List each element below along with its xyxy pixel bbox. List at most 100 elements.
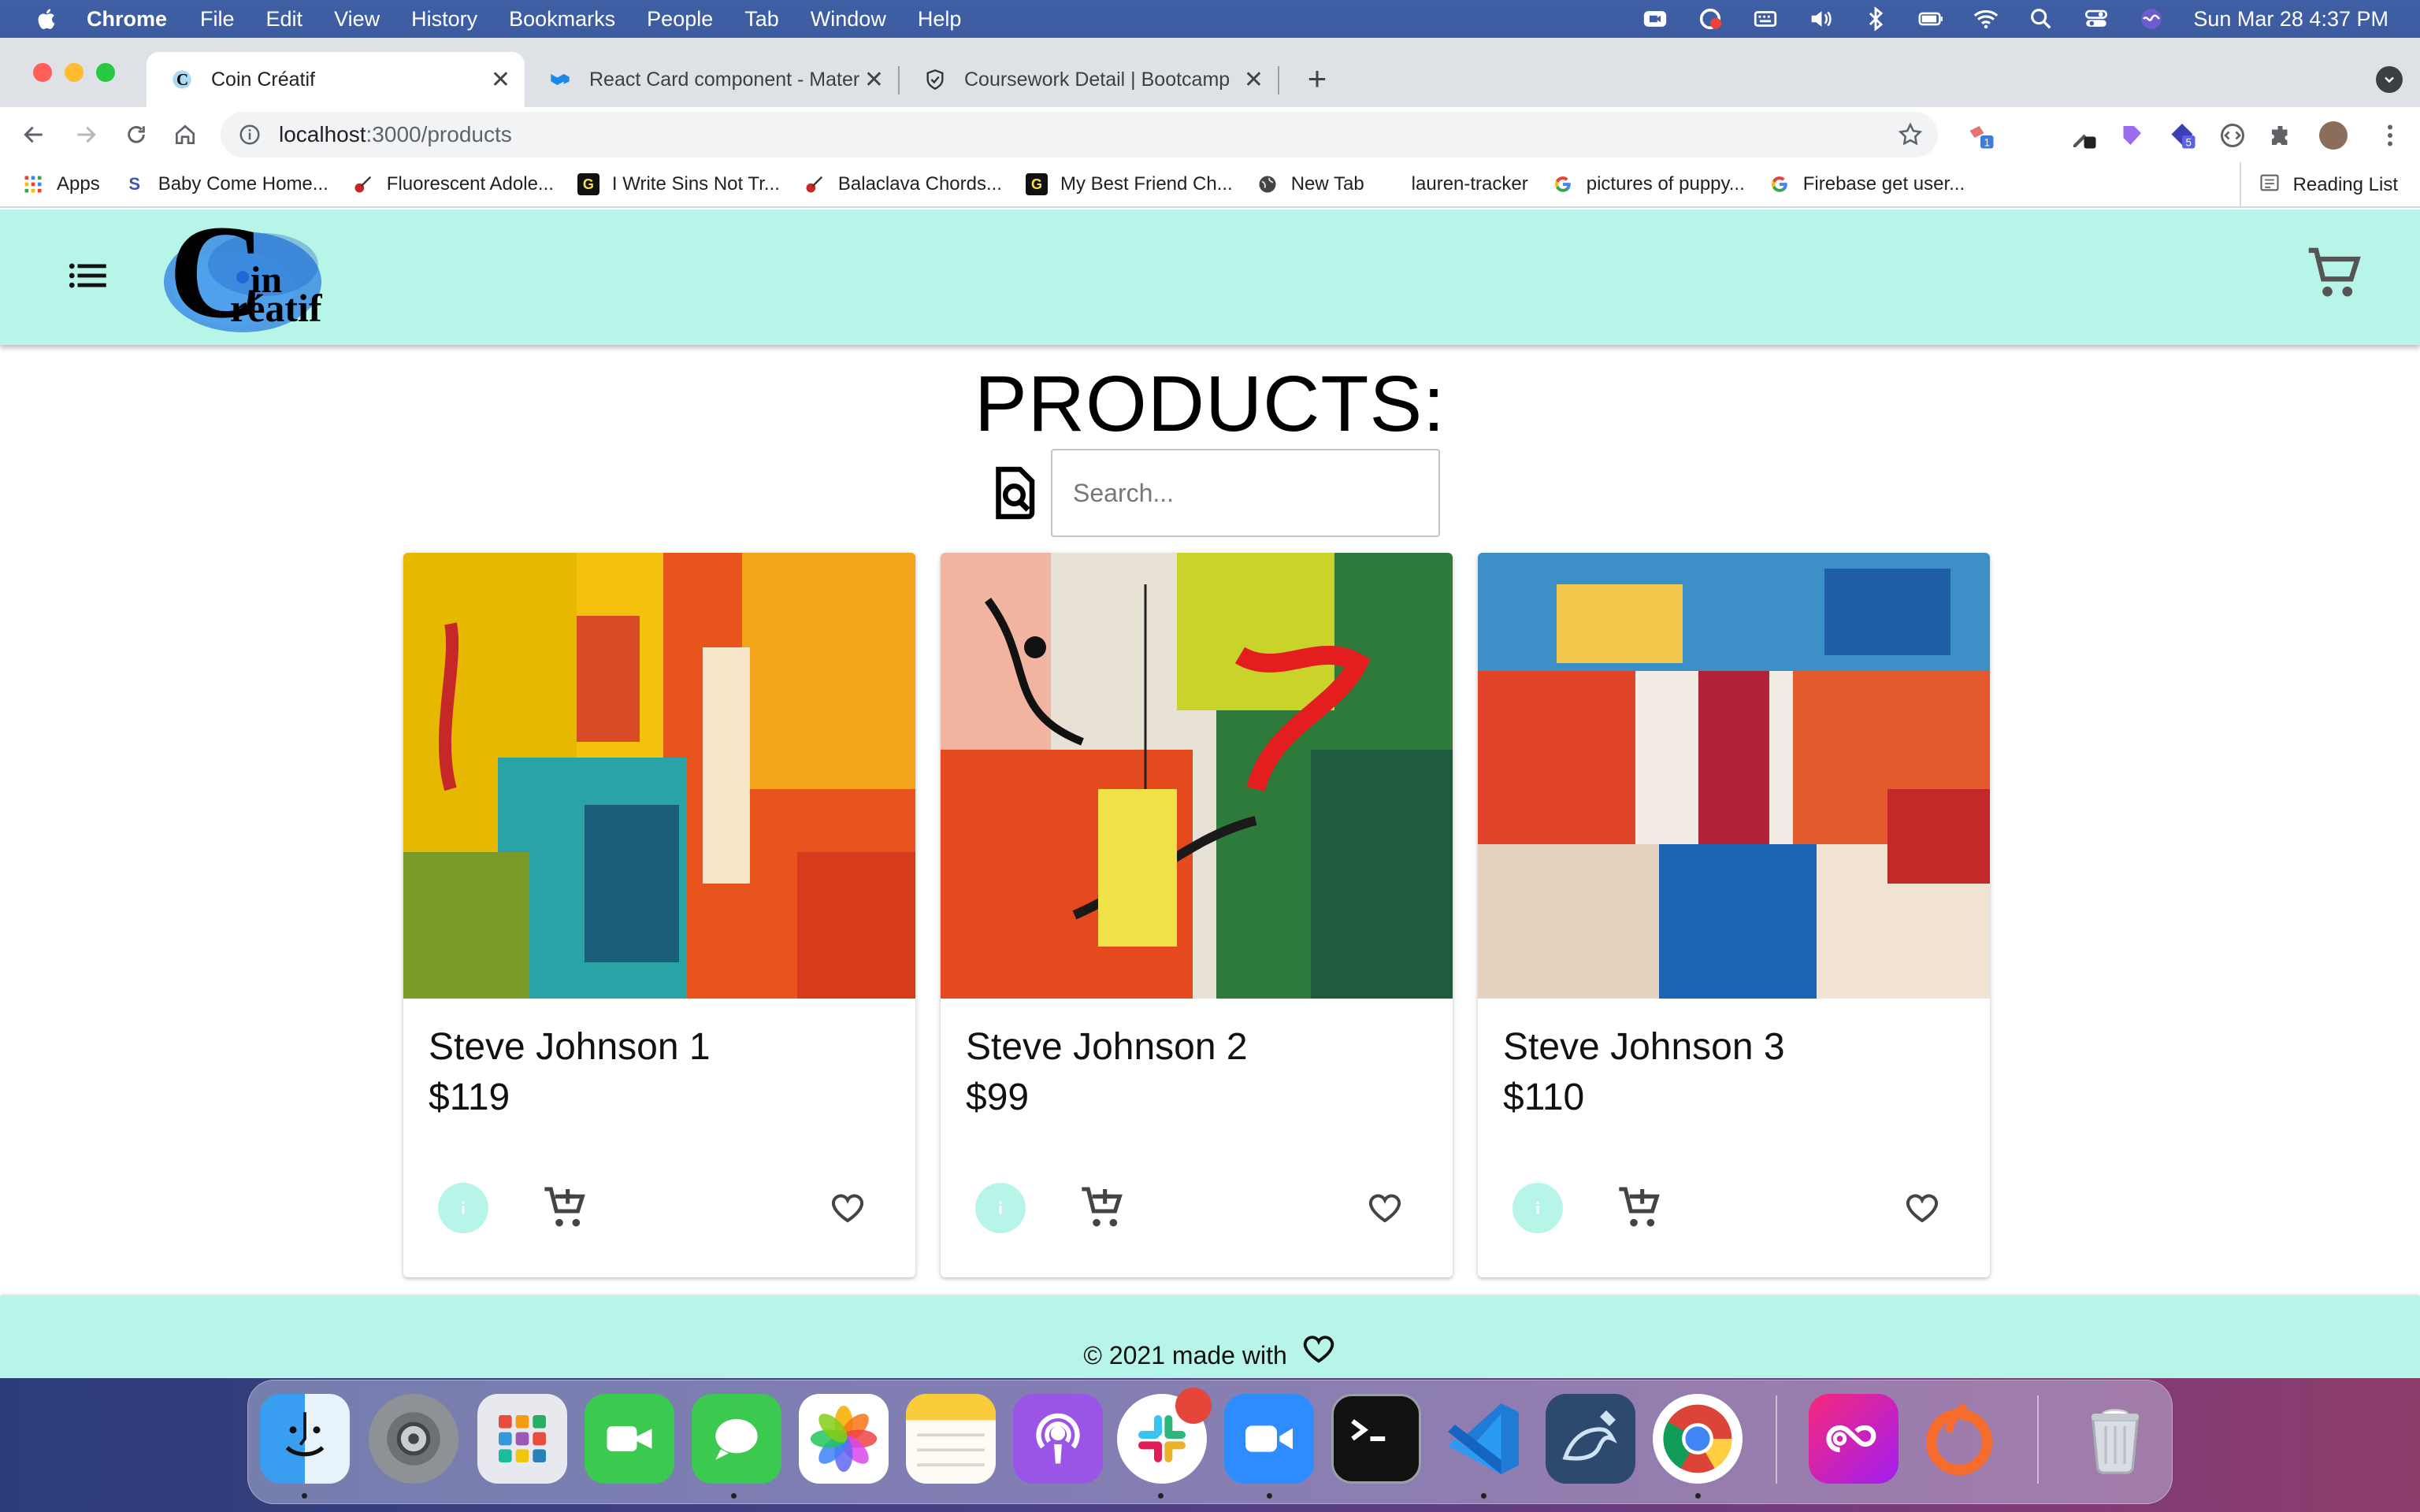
- menu-bookmarks[interactable]: Bookmarks: [509, 7, 615, 32]
- tab-title: Coursework Detail | Bootcamp: [964, 68, 1230, 91]
- creative-cloud-status-icon[interactable]: [1697, 6, 1724, 32]
- trash-dock-icon[interactable]: [2070, 1394, 2160, 1484]
- product-image[interactable]: [403, 553, 915, 999]
- menu-help[interactable]: Help: [918, 7, 962, 32]
- extension-badge-icon[interactable]: 1: [1966, 121, 1995, 150]
- product-image[interactable]: [1478, 553, 1990, 999]
- product-info-button[interactable]: [975, 1183, 1026, 1233]
- finder-dock-icon[interactable]: [260, 1394, 350, 1484]
- code-extension-icon[interactable]: [2218, 121, 2247, 150]
- running-indicator: [1158, 1493, 1164, 1499]
- blue-diamond-extension-icon[interactable]: 5: [2168, 121, 2196, 150]
- back-arrow-icon[interactable]: [19, 120, 49, 150]
- menu-people[interactable]: People: [647, 7, 713, 32]
- podcasts-dock-icon[interactable]: [1013, 1394, 1103, 1484]
- bookmark-firebase-get-user[interactable]: Firebase get user...: [1769, 173, 1965, 195]
- menu-file[interactable]: File: [200, 7, 235, 32]
- puzzle-extensions-icon[interactable]: [2267, 121, 2296, 150]
- add-to-cart-icon[interactable]: [540, 1183, 591, 1233]
- bluetooth-icon[interactable]: [1862, 6, 1889, 32]
- bookmark-pictures-of-puppy[interactable]: pictures of puppy...: [1552, 173, 1745, 195]
- profile-avatar[interactable]: [2319, 121, 2348, 150]
- chrome-menu-icon[interactable]: [2376, 121, 2404, 150]
- bookmark-lauren-tracker[interactable]: lauren-tracker: [1412, 173, 1528, 195]
- apple-menu-icon[interactable]: [32, 3, 63, 35]
- add-to-cart-icon[interactable]: [1615, 1183, 1665, 1233]
- url-text[interactable]: localhost:3000/products: [279, 122, 512, 147]
- reload-icon[interactable]: [121, 120, 151, 150]
- maximize-window-button[interactable]: [96, 63, 115, 82]
- terminal-dock-icon[interactable]: [1331, 1394, 1421, 1484]
- reading-list-button[interactable]: Reading List: [2239, 162, 2398, 208]
- forward-arrow-icon[interactable]: [71, 120, 101, 150]
- creative-cloud-dock-icon[interactable]: [1809, 1394, 1899, 1484]
- minimize-window-button[interactable]: [65, 63, 84, 82]
- facetime-dock-icon[interactable]: [585, 1394, 674, 1484]
- mysql-workbench-dock-icon[interactable]: [1546, 1394, 1635, 1484]
- tab-coursework-detail[interactable]: Coursework Detail | Bootcamp ✕: [900, 52, 1278, 107]
- bookmark-i-write-sins[interactable]: G I Write Sins Not Tr...: [577, 173, 780, 195]
- zoom-dock-icon[interactable]: [1224, 1394, 1314, 1484]
- bookmark-apps[interactable]: Apps: [22, 173, 100, 195]
- control-center-icon[interactable]: [2083, 6, 2110, 32]
- favorite-heart-icon[interactable]: [829, 1189, 867, 1227]
- zoom-status-icon[interactable]: [1642, 6, 1668, 32]
- chrome-dock-icon[interactable]: [1653, 1394, 1743, 1484]
- menu-tab[interactable]: Tab: [744, 7, 779, 32]
- close-tab-icon[interactable]: ✕: [491, 66, 510, 94]
- bookmark-fluorescent-adolescent[interactable]: Fluorescent Adole...: [352, 173, 554, 195]
- add-to-cart-icon[interactable]: [1078, 1183, 1128, 1233]
- vscode-dock-icon[interactable]: [1438, 1394, 1528, 1484]
- product-image[interactable]: [941, 553, 1453, 999]
- close-tab-icon[interactable]: ✕: [864, 66, 884, 94]
- bookmarks-bar: Apps S Baby Come Home... Fluorescent Ado…: [0, 162, 2420, 208]
- coin-creatif-logo[interactable]: C in réatif: [154, 205, 367, 345]
- bookmark-baby-come-home[interactable]: S Baby Come Home...: [124, 173, 328, 195]
- home-icon[interactable]: [170, 120, 200, 150]
- menu-history[interactable]: History: [411, 7, 477, 32]
- bookmark-new-tab[interactable]: New Tab: [1256, 173, 1364, 195]
- bookmark-balaclava-chords[interactable]: Balaclava Chords...: [804, 173, 1002, 195]
- favorite-heart-icon[interactable]: [1366, 1189, 1404, 1227]
- menu-list-icon[interactable]: [66, 252, 112, 299]
- menubar-clock[interactable]: Sun Mar 28 4:37 PM: [2193, 7, 2388, 32]
- search-input[interactable]: [1051, 449, 1440, 537]
- menu-chrome[interactable]: Chrome: [87, 7, 167, 32]
- wifi-icon[interactable]: [1973, 6, 1999, 32]
- close-window-button[interactable]: [33, 63, 52, 82]
- address-bar[interactable]: localhost:3000/products: [221, 112, 1938, 158]
- launchpad-dock-icon[interactable]: [477, 1394, 567, 1484]
- close-tab-icon[interactable]: ✕: [1244, 66, 1264, 94]
- notes-dock-icon[interactable]: [906, 1394, 996, 1484]
- site-info-icon[interactable]: [238, 123, 262, 146]
- origin-dock-icon[interactable]: [1914, 1394, 2004, 1484]
- shopping-cart-icon[interactable]: [2305, 244, 2365, 304]
- bookmark-star-icon[interactable]: [1897, 121, 1924, 148]
- google-g-icon: [1552, 173, 1574, 195]
- new-tab-button[interactable]: +: [1300, 60, 1334, 97]
- product-info-button[interactable]: [438, 1183, 488, 1233]
- siri-icon[interactable]: [2138, 6, 2165, 32]
- slack-notification-badge: [1175, 1388, 1212, 1424]
- eyedropper-extension-icon[interactable]: [2069, 121, 2097, 150]
- bookmark-my-best-friend[interactable]: G My Best Friend Ch...: [1025, 173, 1233, 195]
- tab-react-card[interactable]: React Card component - Mater ✕: [525, 52, 898, 107]
- menu-edit[interactable]: Edit: [266, 7, 303, 32]
- favorite-heart-icon[interactable]: [1903, 1189, 1941, 1227]
- menu-view[interactable]: View: [334, 7, 380, 32]
- product-info-button[interactable]: [1512, 1183, 1563, 1233]
- product-card: Steve Johnson 2 $99: [941, 553, 1453, 1277]
- tab-coin-creatif[interactable]: C Coin Créatif ✕: [147, 52, 525, 107]
- keyboard-status-icon[interactable]: [1752, 6, 1779, 32]
- messages-dock-icon[interactable]: [692, 1394, 781, 1484]
- purple-tag-extension-icon[interactable]: [2118, 121, 2146, 150]
- battery-icon[interactable]: [1917, 6, 1944, 32]
- system-preferences-dock-icon[interactable]: [369, 1394, 458, 1484]
- tab-search-chevron-icon[interactable]: [2376, 66, 2403, 93]
- product-name: Steve Johnson 3: [1503, 1026, 1785, 1068]
- menu-window[interactable]: Window: [811, 7, 886, 32]
- product-price: $99: [966, 1077, 1030, 1118]
- photos-dock-icon[interactable]: [799, 1394, 889, 1484]
- volume-icon[interactable]: [1807, 6, 1834, 32]
- spotlight-search-icon[interactable]: [2028, 6, 2054, 32]
